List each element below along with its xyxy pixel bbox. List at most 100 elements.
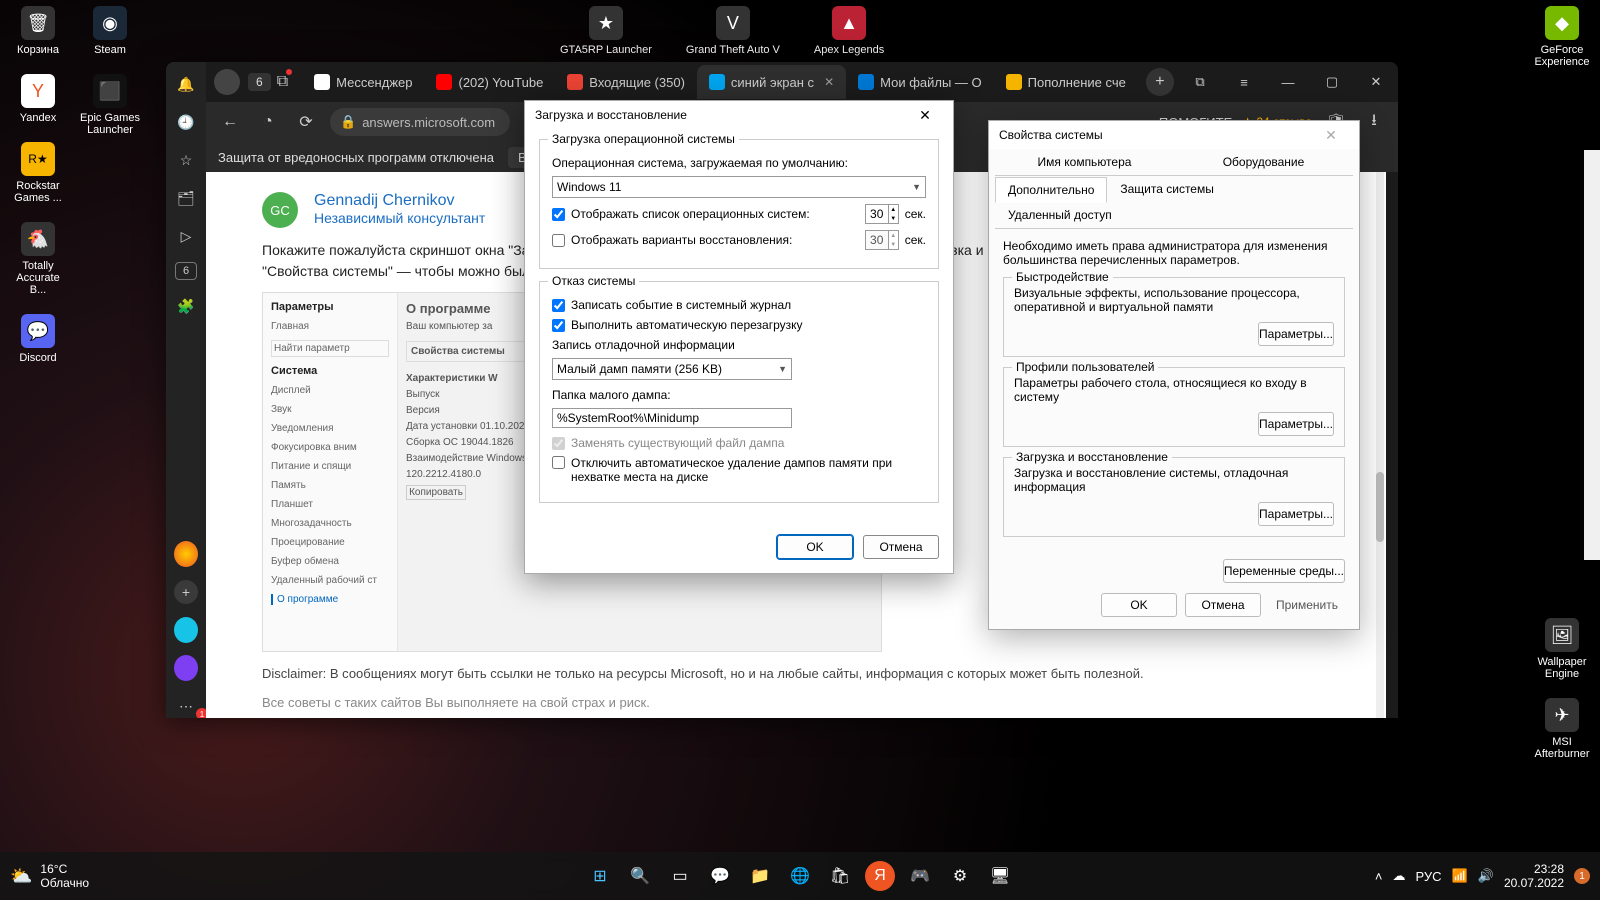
page-scrollbar[interactable] bbox=[1376, 172, 1384, 718]
profile-icon[interactable] bbox=[214, 69, 240, 95]
dialog-titlebar[interactable]: Свойства системы ✕ bbox=[989, 121, 1359, 149]
more-icon[interactable]: ⋯ bbox=[174, 694, 198, 718]
window-count[interactable]: 6 bbox=[248, 73, 271, 91]
media-icon[interactable]: ▷ bbox=[174, 224, 198, 248]
tray-onedrive-icon[interactable]: ☁ bbox=[1393, 868, 1406, 884]
discord-taskbar-icon[interactable]: 🎮 bbox=[905, 861, 935, 891]
weather-widget[interactable]: ⛅ 16°C Облачно bbox=[10, 862, 89, 890]
scrollbar-thumb[interactable] bbox=[1376, 472, 1384, 542]
explorer-icon[interactable]: 📁 bbox=[745, 861, 775, 891]
tab-onedrive[interactable]: Мои файлы — О bbox=[846, 65, 994, 99]
system-props-taskbar-icon[interactable]: 🖥 bbox=[985, 861, 1015, 891]
desktop-icon-gta5rp[interactable]: ★GTA5RP Launcher bbox=[560, 6, 652, 56]
desktop-icon-trash[interactable]: 🗑Корзина bbox=[8, 6, 68, 56]
profiles-params-button[interactable]: Параметры... bbox=[1258, 412, 1334, 436]
new-window-icon[interactable]: ⧉ bbox=[277, 73, 288, 91]
notifications-icon[interactable]: 🔔1 bbox=[174, 72, 198, 96]
desktop-icon-gtav[interactable]: VGrand Theft Auto V bbox=[686, 6, 780, 56]
menu-icon[interactable]: ≡ bbox=[1222, 62, 1266, 102]
tab-gmail[interactable]: Входящие (350) bbox=[555, 65, 697, 99]
desktop-icon-tabs[interactable]: 🐔Totally Accurate B... bbox=[8, 222, 68, 296]
show-recovery-checkbox[interactable] bbox=[552, 234, 565, 247]
close-icon[interactable]: ✕ bbox=[1313, 127, 1349, 144]
disable-autodel-checkbox[interactable] bbox=[552, 456, 565, 469]
tab-ms-answers[interactable]: синий экран с✕ bbox=[697, 65, 846, 99]
tray-language[interactable]: РУС bbox=[1416, 869, 1442, 884]
copy-window-icon[interactable]: ⧉ bbox=[1178, 62, 1222, 102]
store-icon[interactable]: 🛍 bbox=[825, 861, 855, 891]
tab-computer-name[interactable]: Имя компьютера bbox=[995, 149, 1174, 175]
maximize-icon[interactable]: ▢ bbox=[1310, 62, 1354, 102]
desktop-icon-msi[interactable]: ✈MSI Afterburner bbox=[1532, 698, 1592, 760]
address-field[interactable]: 🔒answers.microsoft.com bbox=[330, 108, 510, 136]
yandex-browser-icon[interactable]: Я bbox=[865, 861, 895, 891]
tab-messenger[interactable]: Мессенджер bbox=[302, 65, 424, 99]
chat-icon[interactable]: 💬 bbox=[705, 861, 735, 891]
tab-payment[interactable]: Пополнение сче bbox=[994, 65, 1138, 99]
auto-restart-checkbox[interactable] bbox=[552, 319, 565, 332]
close-icon[interactable]: ✕ bbox=[907, 107, 943, 124]
back-icon[interactable]: ← bbox=[216, 108, 244, 136]
edge-icon[interactable]: 🌐 bbox=[785, 861, 815, 891]
history-icon[interactable]: 🕘 bbox=[174, 110, 198, 134]
tab-hardware[interactable]: Оборудование bbox=[1174, 149, 1353, 175]
ok-button[interactable]: OK bbox=[777, 535, 853, 559]
add-panel-icon[interactable]: + bbox=[174, 580, 198, 604]
tray-chevron-icon[interactable]: ˄ bbox=[1375, 869, 1383, 884]
collections-icon[interactable]: 🗂 bbox=[174, 186, 198, 210]
spin-up-icon[interactable]: ▲ bbox=[888, 205, 898, 214]
tab-youtube[interactable]: (202) YouTube bbox=[424, 65, 555, 99]
tray-volume-icon[interactable]: 🔊 bbox=[1478, 868, 1494, 884]
desktop-icon-geforce[interactable]: ◆GeForce Experience bbox=[1532, 6, 1592, 68]
download-icon[interactable]: ⭳ bbox=[1360, 108, 1388, 136]
desktop-icon-epic[interactable]: ⬛Epic Games Launcher bbox=[80, 74, 140, 136]
desktop-icon-wallpaper[interactable]: 🖼Wallpaper Engine bbox=[1532, 618, 1592, 680]
extensions-icon[interactable]: 🧩 bbox=[174, 294, 198, 318]
notification-count[interactable]: 1 bbox=[1574, 868, 1590, 884]
minimize-icon[interactable]: — bbox=[1266, 62, 1310, 102]
close-icon[interactable]: ✕ bbox=[1354, 62, 1398, 102]
summary-icon[interactable]: ◔ bbox=[254, 108, 282, 136]
tab-remote[interactable]: Удаленный доступ bbox=[995, 202, 1125, 228]
show-list-checkbox[interactable] bbox=[552, 208, 565, 221]
default-os-combo[interactable]: Windows 11▼ bbox=[552, 176, 926, 198]
bookmarks-icon[interactable]: ☆ bbox=[174, 148, 198, 172]
ok-button[interactable]: OK bbox=[1101, 593, 1177, 617]
boot-params-button[interactable]: Параметры... bbox=[1258, 502, 1334, 526]
tab-protection[interactable]: Защита системы bbox=[1107, 176, 1226, 202]
desktop-icon-steam[interactable]: ◉Steam bbox=[80, 6, 140, 56]
dump-folder-field[interactable] bbox=[552, 408, 792, 428]
desktop-icon-apex[interactable]: ▲Apex Legends bbox=[814, 6, 884, 56]
performance-params-button[interactable]: Параметры... bbox=[1258, 322, 1334, 346]
dialog-titlebar[interactable]: Загрузка и восстановление ✕ bbox=[525, 101, 953, 129]
apply-button[interactable]: Применить bbox=[1269, 593, 1345, 617]
reload-icon[interactable]: ⟳ bbox=[292, 108, 320, 136]
seconds-input[interactable] bbox=[866, 205, 888, 223]
profiles-group: Профили пользователей Параметры рабочего… bbox=[1003, 367, 1345, 447]
task-view-icon[interactable]: ▭ bbox=[665, 861, 695, 891]
cancel-button[interactable]: Отмена bbox=[863, 535, 939, 559]
yandex-services-icon[interactable] bbox=[174, 542, 198, 566]
desktop-icon-yandex[interactable]: YYandex bbox=[8, 74, 68, 124]
alisa-icon[interactable] bbox=[174, 656, 198, 680]
tab-group-badge[interactable]: 6 bbox=[175, 262, 197, 280]
music-icon[interactable] bbox=[174, 618, 198, 642]
show-list-seconds[interactable]: ▲▼ bbox=[865, 204, 899, 224]
spin-down-icon[interactable]: ▼ bbox=[888, 214, 898, 223]
env-vars-button[interactable]: Переменные среды... bbox=[1223, 559, 1345, 583]
cancel-button[interactable]: Отмена bbox=[1185, 593, 1261, 617]
author-name[interactable]: Gennadij Chernikov bbox=[314, 192, 485, 210]
tab-advanced[interactable]: Дополнительно bbox=[995, 177, 1107, 203]
desktop-icon-discord[interactable]: 💬Discord bbox=[8, 314, 68, 364]
search-icon[interactable]: 🔍 bbox=[625, 861, 655, 891]
start-button[interactable]: ⊞ bbox=[585, 861, 615, 891]
log-event-checkbox[interactable] bbox=[552, 299, 565, 312]
new-tab-button[interactable]: + bbox=[1146, 68, 1174, 96]
debug-info-combo[interactable]: Малый дамп памяти (256 KB)▼ bbox=[552, 358, 792, 380]
close-icon[interactable]: ✕ bbox=[824, 75, 834, 89]
clock[interactable]: 23:28 20.07.2022 bbox=[1504, 862, 1564, 891]
tray-wifi-icon[interactable]: 📶 bbox=[1452, 868, 1468, 884]
desktop-icon-rockstar[interactable]: R★Rockstar Games ... bbox=[8, 142, 68, 204]
dialog-scrollbar[interactable] bbox=[1584, 150, 1600, 560]
settings-icon[interactable]: ⚙ bbox=[945, 861, 975, 891]
